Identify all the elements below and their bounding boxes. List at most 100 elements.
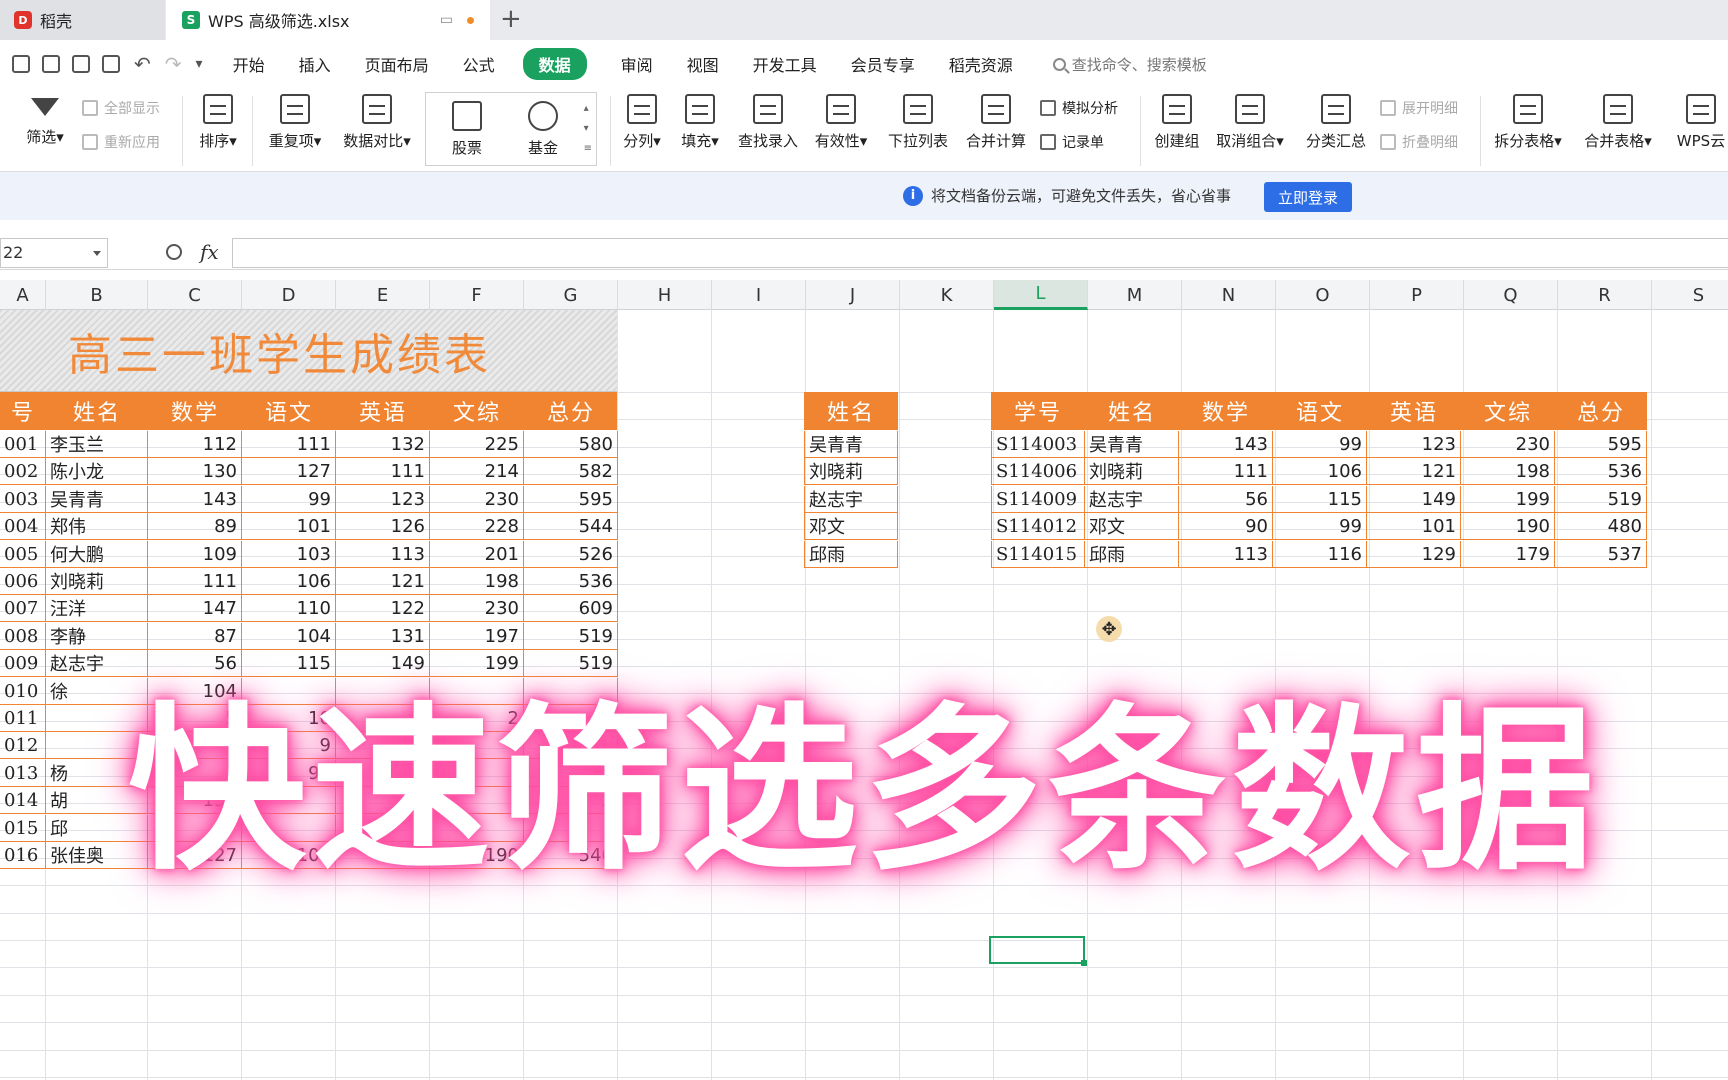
result-table-cell[interactable]: 99 [1273, 513, 1367, 540]
criteria-header-name[interactable]: 姓名 [804, 392, 898, 430]
gallery-scroll-icon[interactable]: ▴ ▾ ≡ [584, 99, 592, 159]
result-table-cell[interactable]: 101 [1367, 513, 1461, 540]
result-header-cell[interactable]: 文综 [1461, 392, 1555, 430]
column-header-P[interactable]: P [1370, 280, 1464, 310]
main-table-cell[interactable]: 004 [0, 513, 46, 540]
main-table-cell[interactable]: 刘晓莉 [46, 568, 148, 595]
result-table-cell[interactable]: S114015 [991, 541, 1085, 568]
export-icon[interactable] [42, 55, 60, 73]
main-table-cell[interactable]: 110 [242, 595, 336, 622]
main-table-cell[interactable]: 99 [242, 486, 336, 513]
name-box[interactable]: 22 [0, 238, 108, 268]
redo-icon[interactable]: ↷ [165, 52, 182, 76]
main-table-cell[interactable]: 130 [148, 458, 242, 485]
new-tab-button[interactable]: + [500, 4, 522, 34]
result-header-cell[interactable]: 姓名 [1085, 392, 1179, 430]
main-table-cell[interactable]: 230 [430, 595, 524, 622]
result-table-cell[interactable]: S114006 [991, 458, 1085, 485]
duplicates-button[interactable]: 重复项▾ [264, 94, 326, 151]
result-table-cell[interactable]: 刘晓莉 [1085, 458, 1179, 485]
main-table-cell[interactable]: 126 [336, 513, 430, 540]
main-table-cell[interactable]: 89 [148, 513, 242, 540]
result-table-cell[interactable]: 123 [1367, 431, 1461, 458]
result-table-cell[interactable]: 190 [1461, 513, 1555, 540]
result-table-cell[interactable]: 480 [1555, 513, 1647, 540]
result-table-cell[interactable]: 230 [1461, 431, 1555, 458]
validity-button[interactable]: 有效性▾ [810, 94, 872, 151]
expand-detail-button[interactable]: 展开明细 [1380, 98, 1458, 118]
result-table-cell[interactable]: 赵志宇 [1085, 486, 1179, 513]
result-table-cell[interactable]: 90 [1179, 513, 1273, 540]
result-table-cell[interactable]: 537 [1555, 541, 1647, 568]
column-header-B[interactable]: B [46, 280, 148, 310]
main-table-cell[interactable]: 何大鹏 [46, 541, 148, 568]
what-if-button[interactable]: 模拟分析 [1040, 98, 1118, 118]
main-table-cell[interactable]: 582 [524, 458, 618, 485]
result-table-cell[interactable]: 106 [1273, 458, 1367, 485]
split-column-button[interactable]: 分列▾ [618, 94, 666, 151]
main-table-cell[interactable]: 005 [0, 541, 46, 568]
result-header-cell[interactable]: 语文 [1273, 392, 1367, 430]
main-table-cell[interactable]: 111 [336, 458, 430, 485]
result-table-cell[interactable]: 56 [1179, 486, 1273, 513]
column-header-I[interactable]: I [712, 280, 806, 310]
column-header-J[interactable]: J [806, 280, 900, 310]
main-table-cell[interactable]: 201 [430, 541, 524, 568]
result-table-cell[interactable]: 邱雨 [1085, 541, 1179, 568]
main-table-cell[interactable]: 111 [242, 431, 336, 458]
result-table-cell[interactable]: 198 [1461, 458, 1555, 485]
data-compare-button[interactable]: 数据对比▾ [338, 94, 416, 151]
sheet-title[interactable]: 高三一班学生成绩表 [0, 310, 617, 392]
split-table-button[interactable]: 拆分表格▾ [1490, 94, 1566, 151]
result-header-cell[interactable]: 英语 [1367, 392, 1461, 430]
formula-input[interactable] [232, 238, 1728, 268]
main-header-cell[interactable]: 数学 [148, 392, 242, 430]
menu-member[interactable]: 会员专享 [851, 48, 915, 80]
column-header-L[interactable]: L [994, 280, 1088, 310]
sort-button[interactable]: 排序▾ [194, 94, 242, 151]
result-table-cell[interactable]: 199 [1461, 486, 1555, 513]
main-table-cell[interactable]: 147 [148, 595, 242, 622]
fx-icon[interactable]: fx [200, 240, 219, 264]
result-table-cell[interactable]: 149 [1367, 486, 1461, 513]
result-table-cell[interactable]: 吴青青 [1085, 431, 1179, 458]
column-header-H[interactable]: H [618, 280, 712, 310]
main-table-cell[interactable]: 544 [524, 513, 618, 540]
menu-data[interactable]: 数据 [522, 48, 587, 80]
main-table-cell[interactable]: 580 [524, 431, 618, 458]
result-table-cell[interactable]: S114012 [991, 513, 1085, 540]
main-table-cell[interactable]: 103 [242, 541, 336, 568]
result-table-cell[interactable]: 519 [1555, 486, 1647, 513]
show-all-button[interactable]: 全部显示 [82, 98, 160, 118]
main-table-cell[interactable]: 陈小龙 [46, 458, 148, 485]
menu-developer[interactable]: 开发工具 [753, 48, 817, 80]
column-header-D[interactable]: D [242, 280, 336, 310]
column-header-S[interactable]: S [1652, 280, 1728, 310]
column-header-C[interactable]: C [148, 280, 242, 310]
main-table-cell[interactable]: 536 [524, 568, 618, 595]
result-table-cell[interactable]: 115 [1273, 486, 1367, 513]
dropdown-list-button[interactable]: 下拉列表 [884, 94, 952, 151]
main-table-cell[interactable]: 127 [242, 458, 336, 485]
print-icon[interactable] [72, 55, 90, 73]
column-header-E[interactable]: E [336, 280, 430, 310]
main-table-cell[interactable]: 609 [524, 595, 618, 622]
main-table-cell[interactable]: 214 [430, 458, 524, 485]
name-box-dropdown-icon[interactable] [93, 251, 101, 256]
criteria-cell[interactable]: 吴青青 [804, 431, 898, 458]
main-table-cell[interactable]: 111 [148, 568, 242, 595]
tab-docer[interactable]: D 稻壳 [0, 0, 165, 40]
column-header-F[interactable]: F [430, 280, 524, 310]
main-table-cell[interactable]: 003 [0, 486, 46, 513]
main-header-cell[interactable]: 号 [0, 392, 46, 430]
main-table-cell[interactable]: 002 [0, 458, 46, 485]
result-table-cell[interactable]: 113 [1179, 541, 1273, 568]
undo-icon[interactable]: ↶ [134, 52, 151, 76]
main-table-cell[interactable]: 113 [336, 541, 430, 568]
ungroup-button[interactable]: 取消组合▾ [1212, 94, 1288, 151]
reapply-button[interactable]: 重新应用 [82, 132, 160, 152]
result-table-cell[interactable]: 99 [1273, 431, 1367, 458]
filter-button[interactable]: 筛选▾ [20, 94, 70, 147]
collapse-detail-button[interactable]: 折叠明细 [1380, 132, 1458, 152]
result-table-cell[interactable]: 536 [1555, 458, 1647, 485]
